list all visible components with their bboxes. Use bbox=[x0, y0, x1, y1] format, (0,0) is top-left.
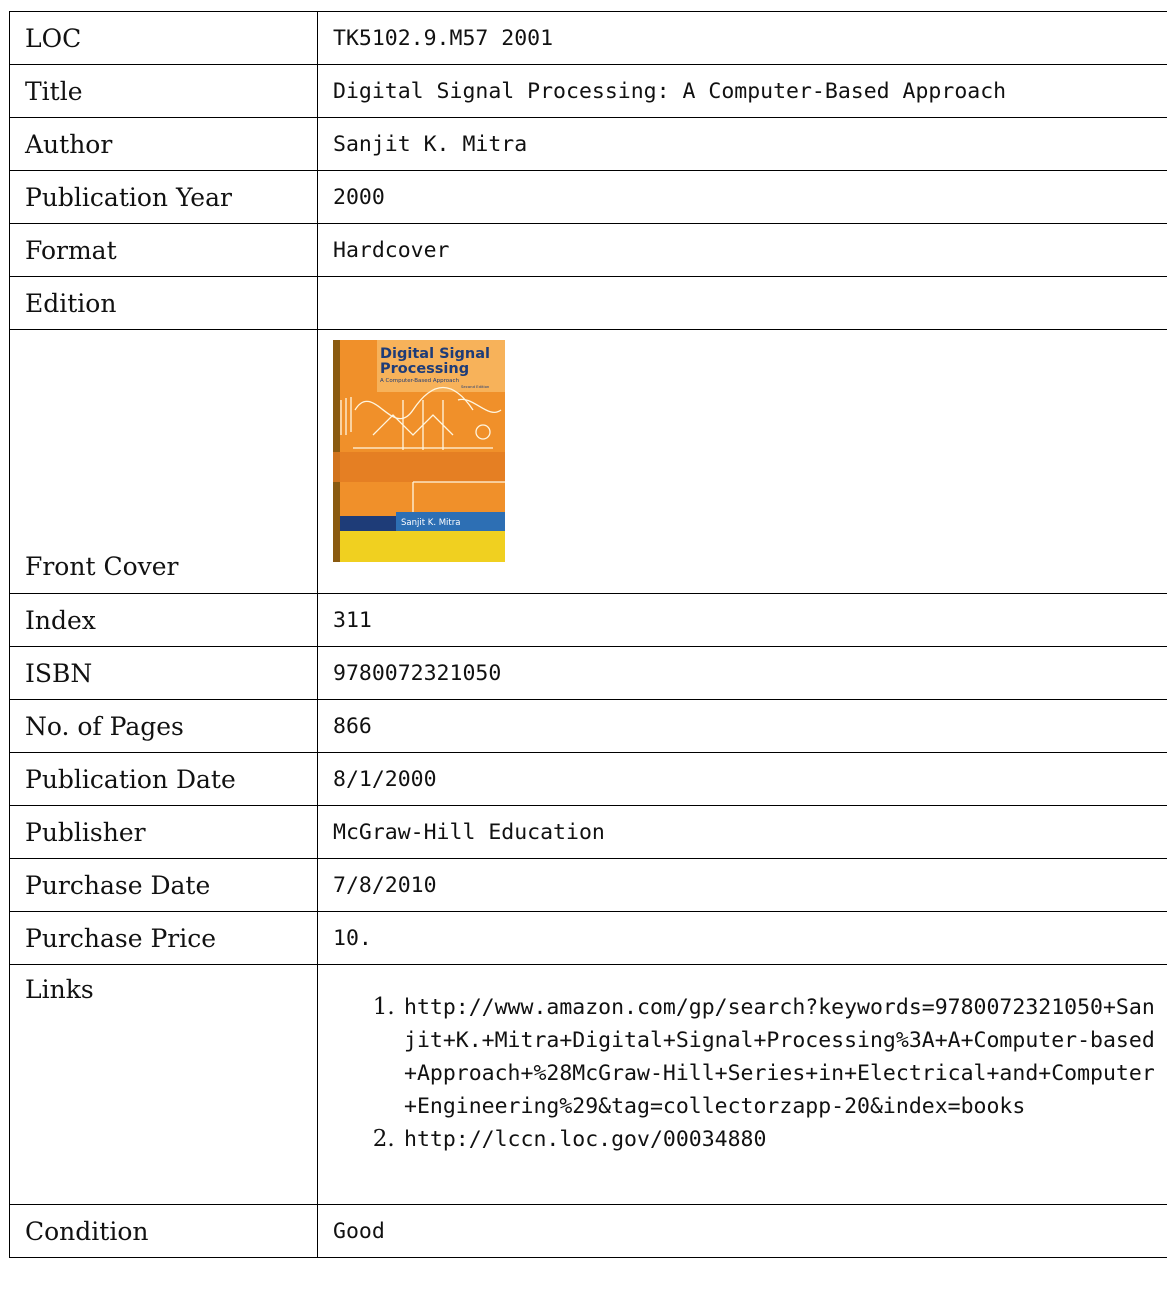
row-no-of-pages: No. of Pages 866 bbox=[9, 699, 1167, 753]
cover-band bbox=[333, 452, 505, 482]
field-label: Front Cover bbox=[9, 329, 318, 594]
field-label: Index bbox=[9, 593, 318, 647]
row-isbn: ISBN 9780072321050 bbox=[9, 646, 1167, 700]
field-label: Purchase Date bbox=[9, 858, 318, 912]
cover-edition-note: Second Edition bbox=[461, 384, 490, 389]
field-value: 10. bbox=[317, 911, 1167, 965]
links-cell: http://www.amazon.com/gp/search?keywords… bbox=[317, 964, 1167, 1205]
cover-spine-edge bbox=[333, 340, 340, 562]
front-cover-image: Digital Signal Processing A Computer-Bas… bbox=[333, 340, 505, 562]
cover-subtitle: A Computer-Based Approach bbox=[380, 378, 460, 384]
book-record-table: LOC TK5102.9.M57 2001 Title Digital Sign… bbox=[9, 11, 1167, 1258]
field-value: McGraw-Hill Education bbox=[317, 805, 1167, 859]
row-loc: LOC TK5102.9.M57 2001 bbox=[9, 11, 1167, 65]
field-label: Links bbox=[9, 964, 318, 1205]
row-publication-year: Publication Year 2000 bbox=[9, 170, 1167, 224]
field-value: Hardcover bbox=[317, 223, 1167, 277]
cover-title-line1: Digital Signal bbox=[380, 346, 490, 362]
cover-navy-bar bbox=[340, 516, 396, 531]
field-label: No. of Pages bbox=[9, 699, 318, 753]
field-label: Author bbox=[9, 117, 318, 171]
field-value bbox=[317, 276, 1167, 330]
row-publisher: Publisher McGraw-Hill Education bbox=[9, 805, 1167, 859]
row-front-cover: Front Cover Digital Signal Processing A … bbox=[9, 329, 1167, 594]
field-value: 7/8/2010 bbox=[317, 858, 1167, 912]
field-label: Publisher bbox=[9, 805, 318, 859]
row-author: Author Sanjit K. Mitra bbox=[9, 117, 1167, 171]
front-cover-cell: Digital Signal Processing A Computer-Bas… bbox=[317, 329, 1167, 594]
field-label: LOC bbox=[9, 11, 318, 65]
field-value: Sanjit K. Mitra bbox=[317, 117, 1167, 171]
field-value: 866 bbox=[317, 699, 1167, 753]
field-value: 2000 bbox=[317, 170, 1167, 224]
field-value: TK5102.9.M57 2001 bbox=[317, 11, 1167, 65]
cover-title-line2: Processing bbox=[380, 361, 469, 377]
field-label: Publication Year bbox=[9, 170, 318, 224]
row-purchase-price: Purchase Price 10. bbox=[9, 911, 1167, 965]
link-amazon[interactable]: http://www.amazon.com/gp/search?keywords… bbox=[402, 991, 1160, 1123]
row-links: Links http://www.amazon.com/gp/search?ke… bbox=[9, 964, 1167, 1205]
field-label: Purchase Price bbox=[9, 911, 318, 965]
row-format: Format Hardcover bbox=[9, 223, 1167, 277]
field-label: Title bbox=[9, 64, 318, 118]
field-value: Good bbox=[317, 1204, 1167, 1258]
field-label: Edition bbox=[9, 276, 318, 330]
row-purchase-date: Purchase Date 7/8/2010 bbox=[9, 858, 1167, 912]
field-value: 8/1/2000 bbox=[317, 752, 1167, 806]
row-condition: Condition Good bbox=[9, 1204, 1167, 1258]
row-edition: Edition bbox=[9, 276, 1167, 330]
field-value: 311 bbox=[317, 593, 1167, 647]
row-title: Title Digital Signal Processing: A Compu… bbox=[9, 64, 1167, 118]
field-label: Condition bbox=[9, 1204, 318, 1258]
field-label: Format bbox=[9, 223, 318, 277]
field-label: Publication Date bbox=[9, 752, 318, 806]
field-label: ISBN bbox=[9, 646, 318, 700]
row-publication-date: Publication Date 8/1/2000 bbox=[9, 752, 1167, 806]
field-value: Digital Signal Processing: A Computer-Ba… bbox=[317, 64, 1167, 118]
link-lccn[interactable]: http://lccn.loc.gov/00034880 bbox=[402, 1123, 1160, 1156]
field-value: 9780072321050 bbox=[317, 646, 1167, 700]
cover-author: Sanjit K. Mitra bbox=[401, 518, 460, 528]
links-list: http://www.amazon.com/gp/search?keywords… bbox=[333, 991, 1160, 1156]
row-index: Index 311 bbox=[9, 593, 1167, 647]
